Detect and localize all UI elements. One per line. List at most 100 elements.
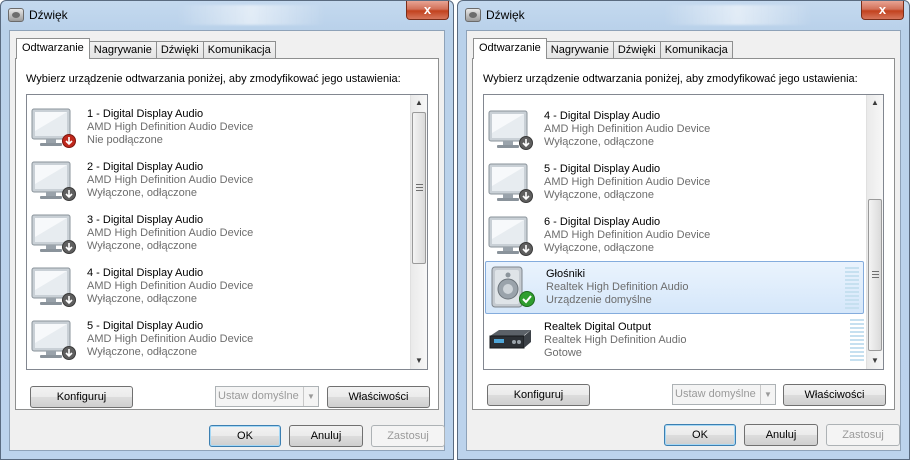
device-name: 5 - Digital Display Audio xyxy=(544,163,661,175)
digital-output-icon xyxy=(487,318,533,364)
configure-button[interactable]: Konfiguruj xyxy=(487,384,590,406)
set-default-dropdown[interactable]: Ustaw domyślne ▼ xyxy=(215,386,319,407)
device-status: Wyłączone, odłączone xyxy=(87,346,197,358)
device-name: 2 - Digital Display Audio xyxy=(87,161,204,173)
device-item[interactable]: 4 - Digital Display Audio AMD High Defin… xyxy=(484,103,866,156)
device-description: AMD High Definition Audio Device xyxy=(87,121,254,133)
window-title: Dźwięk xyxy=(29,8,68,22)
device-name: 4 - Digital Display Audio xyxy=(87,267,204,279)
device-status: Nie podłączone xyxy=(87,134,163,146)
chevron-down-icon: ▼ xyxy=(760,385,775,404)
device-description: AMD High Definition Audio Device xyxy=(544,229,711,241)
device-description: AMD High Definition Audio Device xyxy=(87,174,254,186)
title-bar[interactable]: Dźwięk x xyxy=(1,1,453,29)
apply-button[interactable]: Zastosuj xyxy=(826,424,900,446)
device-status: Wyłączone, odłączone xyxy=(544,136,654,148)
device-description: Realtek High Definition Audio xyxy=(544,334,687,346)
device-description: AMD High Definition Audio Device xyxy=(87,280,254,292)
volume-level-meter xyxy=(850,319,864,361)
device-name: 6 - Digital Display Audio xyxy=(544,216,661,228)
device-name: 3 - Digital Display Audio xyxy=(87,214,204,226)
device-status: Wyłączone, odłączone xyxy=(87,187,197,199)
device-description: AMD High Definition Audio Device xyxy=(87,227,254,239)
device-name: 1 - Digital Display Audio xyxy=(87,108,204,120)
tab-recording[interactable]: Nagrywanie xyxy=(545,41,614,59)
tab-recording[interactable]: Nagrywanie xyxy=(88,41,157,59)
close-button[interactable]: x xyxy=(861,1,904,20)
device-status: Urządzenie domyślne xyxy=(546,294,652,306)
disabled-badge-icon xyxy=(519,136,533,150)
device-item-partial[interactable] xyxy=(484,95,866,99)
tab-sounds[interactable]: Dźwięki xyxy=(155,41,204,59)
scroll-down-icon[interactable]: ▼ xyxy=(867,353,883,369)
scroll-down-icon[interactable]: ▼ xyxy=(411,353,427,369)
properties-button[interactable]: Właściwości xyxy=(783,384,886,406)
device-item[interactable]: 2 - Digital Display Audio AMD High Defin… xyxy=(27,154,410,207)
device-description: AMD High Definition Audio Device xyxy=(544,176,711,188)
volume-level-meter xyxy=(845,267,859,309)
tab-communications[interactable]: Komunikacja xyxy=(202,41,276,59)
disabled-badge-icon xyxy=(62,293,76,307)
tab-communications[interactable]: Komunikacja xyxy=(659,41,733,59)
scroll-up-icon[interactable]: ▲ xyxy=(867,95,883,111)
disabled-badge-icon xyxy=(519,189,533,203)
device-item[interactable]: 1 - Digital Display Audio AMD High Defin… xyxy=(27,101,410,154)
device-item[interactable]: 5 - Digital Display Audio AMD High Defin… xyxy=(27,313,410,366)
speaker-app-icon xyxy=(8,8,24,22)
device-name: Realtek Digital Output xyxy=(544,321,651,333)
device-item[interactable]: 5 - Digital Display Audio AMD High Defin… xyxy=(484,156,866,209)
disabled-badge-icon xyxy=(62,240,76,254)
tab-playback[interactable]: Odtwarzanie xyxy=(473,38,547,59)
title-bar[interactable]: Dźwięk x xyxy=(458,1,909,29)
device-list[interactable]: 4 - Digital Display Audio AMD High Defin… xyxy=(483,94,884,370)
scroll-thumb[interactable] xyxy=(412,112,426,264)
device-item[interactable]: 3 - Digital Display Audio AMD High Defin… xyxy=(27,207,410,260)
device-name: 4 - Digital Display Audio xyxy=(544,110,661,122)
device-description: AMD High Definition Audio Device xyxy=(544,123,711,135)
set-default-dropdown[interactable]: Ustaw domyślne ▼ xyxy=(672,384,776,405)
cancel-button[interactable]: Anuluj xyxy=(289,425,363,447)
set-default-label: Ustaw domyślne xyxy=(218,390,299,402)
disconnected-badge-icon xyxy=(62,134,76,148)
scroll-grip-icon xyxy=(872,271,879,278)
title-bar-glass xyxy=(176,5,326,25)
properties-button[interactable]: Właściwości xyxy=(327,386,430,408)
device-item[interactable]: Realtek Digital Output Realtek High Defi… xyxy=(484,314,866,367)
device-description: Realtek High Definition Audio xyxy=(546,281,689,293)
window-title: Dźwięk xyxy=(486,8,525,22)
device-status: Wyłączone, odłączone xyxy=(87,240,197,252)
monitor-icon xyxy=(487,95,533,96)
dialog-client: Odtwarzanie Nagrywanie Dźwięki Komunikac… xyxy=(466,30,901,451)
device-item-selected[interactable]: Głośniki Realtek High Definition Audio U… xyxy=(485,261,864,314)
close-button[interactable]: x xyxy=(406,1,449,20)
title-bar-glass xyxy=(663,5,813,25)
device-list[interactable]: 1 - Digital Display Audio AMD High Defin… xyxy=(26,94,428,370)
disabled-badge-icon xyxy=(519,242,533,256)
device-list-scrollbar[interactable]: ▲ ▼ xyxy=(866,95,883,369)
device-item[interactable]: 4 - Digital Display Audio AMD High Defin… xyxy=(27,260,410,313)
scroll-up-icon[interactable]: ▲ xyxy=(411,95,427,111)
configure-button[interactable]: Konfiguruj xyxy=(30,386,133,408)
apply-button[interactable]: Zastosuj xyxy=(371,425,445,447)
ok-button[interactable]: OK xyxy=(664,424,736,446)
instruction-text: Wybierz urządzenie odtwarzania poniżej, … xyxy=(483,73,858,85)
chevron-down-icon: ▼ xyxy=(303,387,318,406)
device-list-scrollbar[interactable]: ▲ ▼ xyxy=(410,95,427,369)
device-status: Gotowe xyxy=(544,347,582,359)
device-item[interactable]: 6 - Digital Display Audio AMD High Defin… xyxy=(484,209,866,262)
device-description: AMD High Definition Audio Device xyxy=(87,333,254,345)
dialog-client: Odtwarzanie Nagrywanie Dźwięki Komunikac… xyxy=(9,30,445,451)
tab-strip: Odtwarzanie Nagrywanie Dźwięki Komunikac… xyxy=(16,38,276,59)
ok-button[interactable]: OK xyxy=(209,425,281,447)
device-status: Wyłączone, odłączone xyxy=(544,189,654,201)
tab-playback[interactable]: Odtwarzanie xyxy=(16,38,90,59)
sound-dialog-left: Dźwięk x Odtwarzanie Nagrywanie Dźwięki … xyxy=(0,0,454,460)
device-status: Wyłączone, odłączone xyxy=(544,242,654,254)
instruction-text: Wybierz urządzenie odtwarzania poniżej, … xyxy=(26,73,401,85)
cancel-button[interactable]: Anuluj xyxy=(744,424,818,446)
set-default-label: Ustaw domyślne xyxy=(675,388,756,400)
tab-sounds[interactable]: Dźwięki xyxy=(612,41,661,59)
device-name: 5 - Digital Display Audio xyxy=(87,320,204,332)
scroll-thumb[interactable] xyxy=(868,199,882,351)
disabled-badge-icon xyxy=(62,187,76,201)
